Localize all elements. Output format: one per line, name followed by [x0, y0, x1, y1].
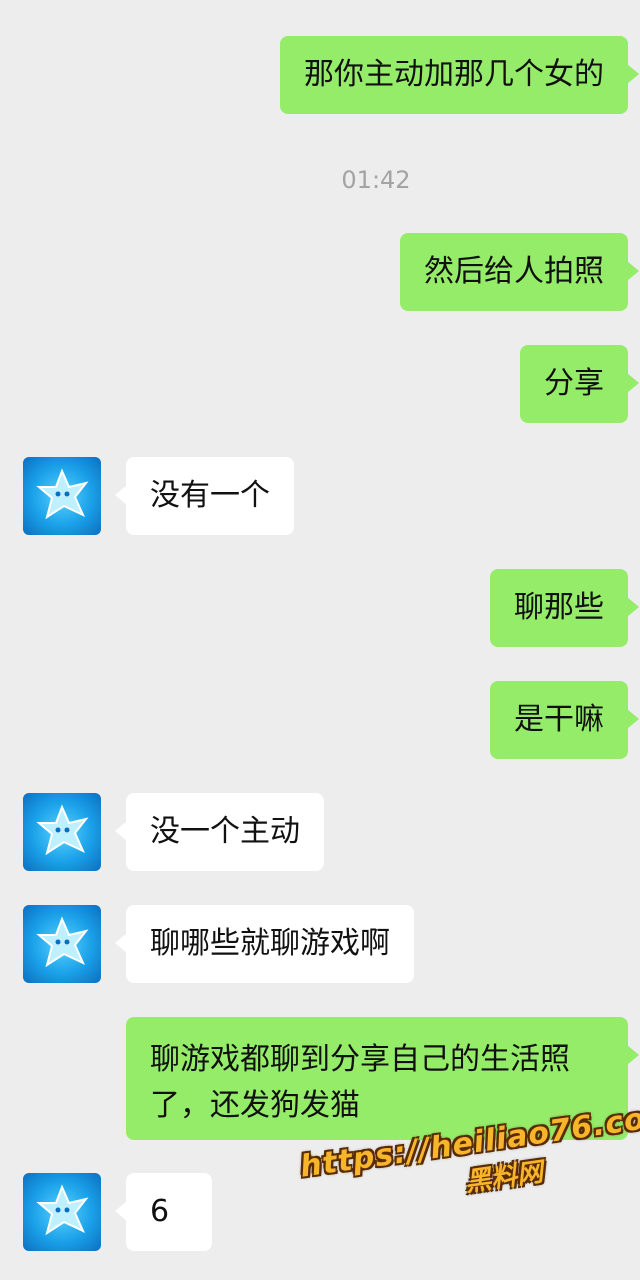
outgoing-message[interactable]: 那你主动加那几个女的	[280, 36, 639, 114]
outgoing-message[interactable]: 是干嘛	[490, 681, 639, 759]
watermark-name: 黑料网	[463, 1157, 545, 1198]
incoming-message[interactable]: 没有一个	[115, 457, 294, 535]
outgoing-message[interactable]: 分享	[520, 345, 639, 423]
timestamp: 01:42	[341, 166, 411, 194]
incoming-message[interactable]: 6	[115, 1173, 212, 1251]
contact-avatar[interactable]	[23, 1173, 101, 1251]
blue-star-avatar-icon	[36, 916, 89, 968]
outgoing-message[interactable]: 然后给人拍照	[400, 233, 639, 311]
outgoing-message[interactable]: 聊游戏都聊到分享自己的生活照了，还发狗发猫	[126, 1017, 639, 1140]
blue-star-avatar-icon	[36, 804, 89, 856]
contact-avatar[interactable]	[23, 905, 101, 983]
contact-avatar[interactable]	[23, 793, 101, 871]
blue-star-avatar-icon	[36, 468, 89, 520]
incoming-message[interactable]: 没一个主动	[115, 793, 324, 871]
incoming-message[interactable]: 聊哪些就聊游戏啊	[115, 905, 414, 983]
outgoing-message[interactable]: 聊那些	[490, 569, 639, 647]
contact-avatar[interactable]	[23, 457, 101, 535]
blue-star-avatar-icon	[36, 1184, 89, 1236]
